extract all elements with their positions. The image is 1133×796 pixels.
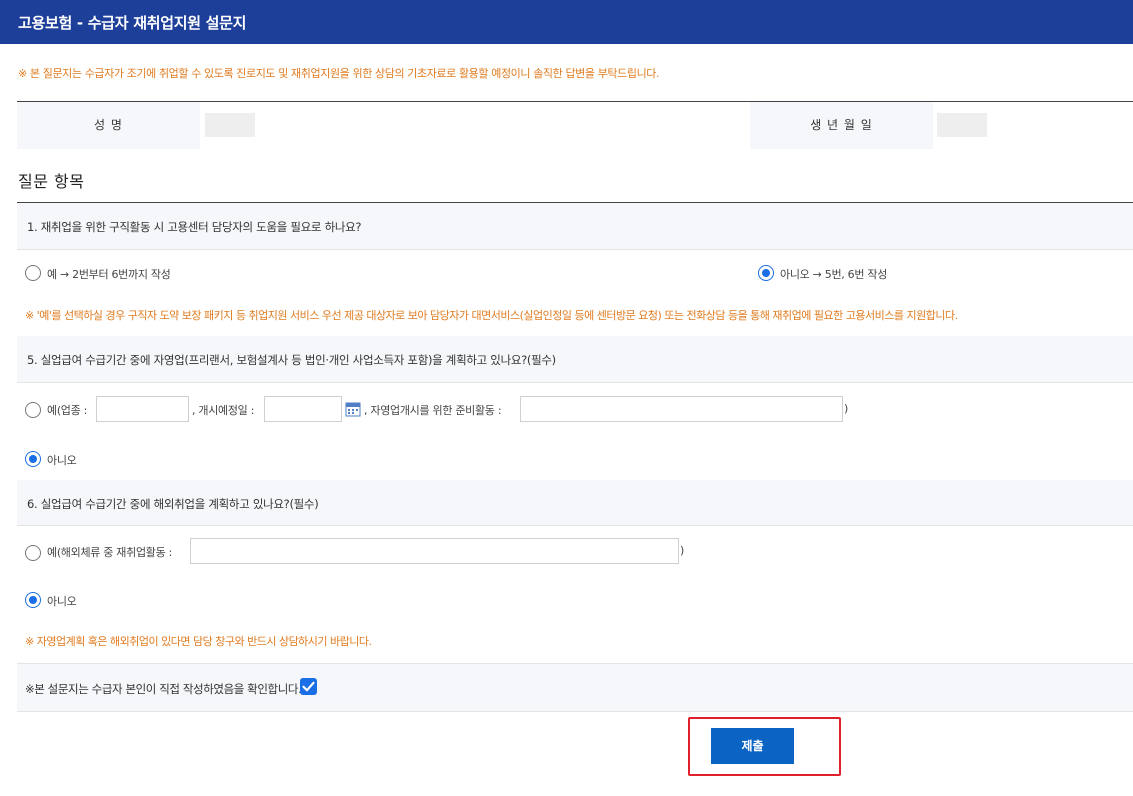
- confirmation-row: ※본 설문지는 수급자 본인이 직접 작성하였음을 확인합니다.: [17, 663, 1133, 712]
- question-1-header: 1. 재취업을 위한 구직활동 시 고용센터 담당자의 도움을 필요로 하나요?: [17, 203, 1133, 250]
- q6-no-radio[interactable]: [25, 592, 41, 608]
- question-1-text: 1. 재취업을 위한 구직활동 시 고용센터 담당자의 도움을 필요로 하나요?: [27, 220, 362, 234]
- check-icon: [302, 681, 315, 692]
- birthdate-label: 생 년 월 일: [750, 102, 933, 149]
- section-title: 질문 항목: [18, 172, 85, 191]
- applicant-info-table: 성 명 생 년 월 일: [17, 101, 1133, 149]
- submit-button[interactable]: 제출: [711, 728, 794, 764]
- survey-notice: ※ 본 질문지는 수급자가 조기에 취업할 수 있도록 진로지도 및 재취업지원…: [18, 67, 660, 80]
- name-value-redacted: [205, 113, 255, 137]
- q5-business-type-input[interactable]: [96, 396, 189, 422]
- question-6-text: 6. 실업급여 수급기간 중에 해외취업을 계획하고 있나요?(필수): [27, 497, 319, 511]
- q5-start-date-label: , 개시예정일 :: [192, 404, 255, 417]
- q6-overseas-activity-input[interactable]: [190, 538, 679, 564]
- q5-close-paren: ): [844, 402, 848, 415]
- birthdate-value-redacted: [937, 113, 987, 137]
- page-title: 고용보험 - 수급자 재취업지원 설문지: [18, 14, 247, 32]
- question-6-header: 6. 실업급여 수급기간 중에 해외취업을 계획하고 있나요?(필수): [17, 480, 1133, 526]
- question-5-text: 5. 실업급여 수급기간 중에 자영업(프리랜서, 보험설계사 등 법인·개인 …: [27, 353, 556, 367]
- confirmation-checkbox[interactable]: [300, 678, 317, 695]
- confirmation-text: ※본 설문지는 수급자 본인이 직접 작성하였음을 확인합니다.: [25, 682, 302, 696]
- q5-no-label[interactable]: 아니오: [47, 452, 77, 468]
- q5-start-date-input[interactable]: [264, 396, 342, 422]
- calendar-icon[interactable]: [345, 401, 361, 417]
- q1-no-label[interactable]: 아니오 → 5번, 6번 작성: [780, 266, 887, 282]
- q6-yes-label[interactable]: 예(해외체류 중 재취업활동 :: [47, 544, 172, 560]
- page-header: 고용보험 - 수급자 재취업지원 설문지: [0, 0, 1133, 44]
- q1-yes-radio[interactable]: [25, 265, 41, 281]
- name-label: 성 명: [17, 102, 200, 149]
- q1-yes-label[interactable]: 예 → 2번부터 6번까지 작성: [47, 266, 171, 282]
- q6-note: ※ 자영업계획 혹은 해외취업이 있다면 담당 창구와 반드시 상담하시기 바랍…: [25, 635, 372, 648]
- q5-yes-radio[interactable]: [25, 402, 41, 418]
- q5-prep-label: , 자영업개시를 위한 준비활동 :: [364, 404, 502, 417]
- q5-prep-activity-input[interactable]: [520, 396, 843, 422]
- q6-close-paren: ): [680, 544, 684, 557]
- question-5-header: 5. 실업급여 수급기간 중에 자영업(프리랜서, 보험설계사 등 법인·개인 …: [17, 336, 1133, 383]
- q5-yes-label[interactable]: 예(업종 :: [47, 402, 87, 418]
- q5-no-radio[interactable]: [25, 451, 41, 467]
- q6-no-label[interactable]: 아니오: [47, 593, 77, 609]
- q1-note: ※ '예'를 선택하실 경우 구직자 도약 보장 패키지 등 취업지원 서비스 …: [25, 309, 958, 322]
- q1-no-radio[interactable]: [758, 265, 774, 281]
- q6-yes-radio[interactable]: [25, 545, 41, 561]
